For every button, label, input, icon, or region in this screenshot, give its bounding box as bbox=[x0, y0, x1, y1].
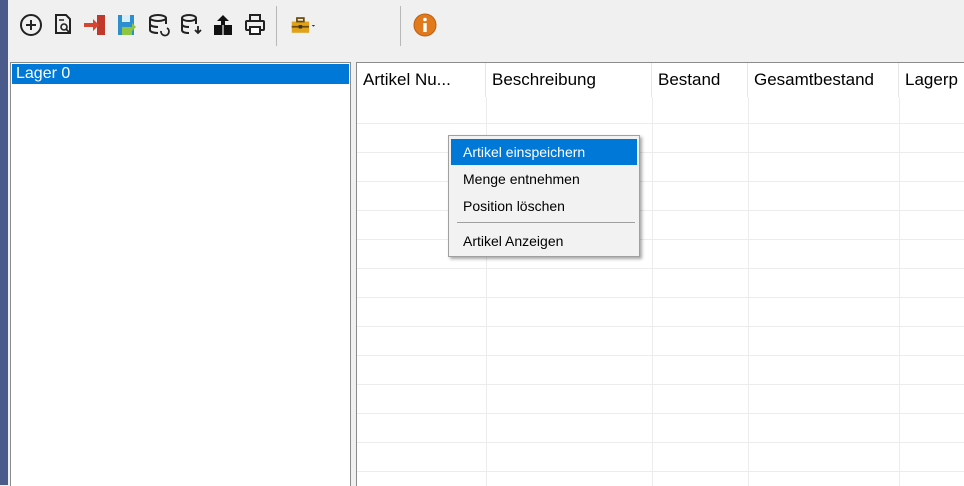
toolbar-separator bbox=[276, 6, 277, 46]
grid-line bbox=[899, 97, 900, 486]
print-icon bbox=[245, 14, 265, 35]
database-refresh-icon bbox=[149, 14, 170, 37]
column-header-artikel-nummer[interactable]: Artikel Nu... bbox=[357, 63, 486, 97]
save-button[interactable] bbox=[112, 10, 142, 40]
grid-line bbox=[357, 326, 964, 327]
info-icon bbox=[413, 13, 437, 37]
grid-line bbox=[748, 97, 749, 486]
search-document-icon bbox=[55, 14, 71, 34]
save-icon bbox=[118, 15, 136, 35]
grid-line bbox=[357, 123, 964, 124]
grid-line bbox=[652, 97, 653, 486]
info-button[interactable] bbox=[410, 10, 440, 40]
menu-item-menge-entnehmen[interactable]: Menge entnehmen bbox=[451, 166, 637, 192]
column-header-gesamtbestand[interactable]: Gesamtbestand bbox=[748, 63, 899, 97]
toolbar bbox=[8, 0, 964, 56]
add-icon bbox=[20, 14, 42, 36]
tree-item-lager[interactable]: Lager 0 bbox=[12, 64, 349, 84]
grid-line bbox=[357, 442, 964, 443]
storage-tree[interactable]: Lager 0 bbox=[10, 62, 351, 486]
search-document-button[interactable] bbox=[48, 10, 78, 40]
database-download-button[interactable] bbox=[176, 10, 206, 40]
grid-line bbox=[357, 268, 964, 269]
column-header-bestand[interactable]: Bestand bbox=[652, 63, 748, 97]
articles-grid[interactable]: Artikel Nu... Beschreibung Bestand Gesam… bbox=[356, 62, 964, 486]
print-button[interactable] bbox=[240, 10, 270, 40]
package-icon bbox=[214, 15, 232, 35]
grid-line bbox=[357, 384, 964, 385]
menu-item-artikel-anzeigen[interactable]: Artikel Anzeigen bbox=[451, 228, 637, 254]
database-download-icon bbox=[181, 14, 202, 35]
grid-line bbox=[357, 413, 964, 414]
import-button[interactable] bbox=[80, 10, 110, 40]
grid-line bbox=[357, 471, 964, 472]
database-refresh-button[interactable] bbox=[144, 10, 174, 40]
window-left-edge bbox=[0, 0, 8, 485]
column-header-beschreibung[interactable]: Beschreibung bbox=[486, 63, 652, 97]
toolbar-separator bbox=[400, 6, 401, 46]
menu-item-position-loeschen[interactable]: Position löschen bbox=[451, 193, 637, 219]
toolbox-dropdown-icon bbox=[291, 17, 316, 33]
context-menu: Artikel einspeichern Menge entnehmen Pos… bbox=[448, 135, 640, 257]
import-icon bbox=[84, 15, 105, 35]
add-button[interactable] bbox=[16, 10, 46, 40]
grid-line bbox=[357, 355, 964, 356]
package-button[interactable] bbox=[208, 10, 238, 40]
menu-separator bbox=[457, 222, 635, 223]
menu-item-artikel-einspeichern[interactable]: Artikel einspeichern bbox=[451, 139, 637, 165]
column-header-lagerplatz[interactable]: Lagerp bbox=[899, 63, 964, 97]
grid-line bbox=[357, 297, 964, 298]
toolbox-dropdown-button[interactable] bbox=[286, 10, 320, 40]
